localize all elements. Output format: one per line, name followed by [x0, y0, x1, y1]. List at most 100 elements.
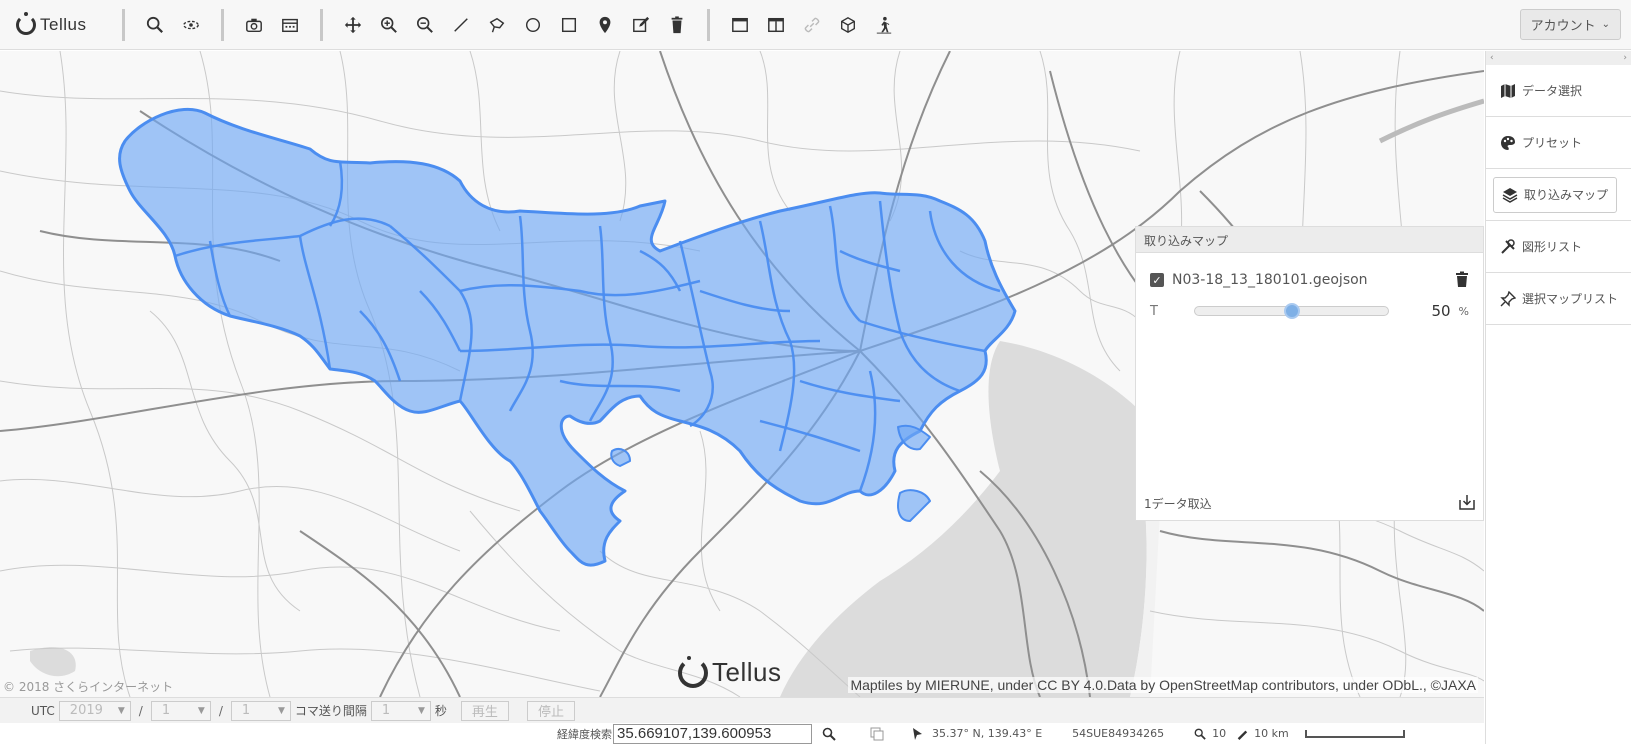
sidebar-item-data-select[interactable]: データ選択: [1486, 65, 1631, 117]
opacity-value: 50: [1431, 302, 1451, 320]
copy-icon: [870, 727, 884, 740]
layer-visibility-checkbox[interactable]: ✓: [1150, 273, 1164, 287]
seconds-label: 秒: [434, 704, 447, 718]
panel-footer: 1データ取込: [1136, 486, 1483, 520]
link-windows-button[interactable]: [794, 7, 830, 43]
scale-bar: [1304, 729, 1405, 738]
island-polygon[interactable]: [897, 424, 931, 451]
trash-icon: [1456, 271, 1468, 287]
layers-icon: [1502, 187, 1518, 203]
calendar-icon: [282, 18, 298, 32]
rectangle-icon: [561, 17, 577, 32]
tokyo-boundary-overlay[interactable]: [118, 107, 1017, 567]
zoom-in-button[interactable]: [371, 7, 407, 43]
day-value: 1: [241, 703, 251, 718]
draw-polygon-button[interactable]: [479, 7, 515, 43]
year-select[interactable]: 2019 ▼: [58, 700, 131, 721]
time-control-bar: UTC 2019 ▼ / 1 ▼ / 1 ▼ コマ送り間隔 1 ▼ 秒 再生 停止: [0, 697, 1484, 723]
zoom-out-button[interactable]: [407, 7, 443, 43]
calendar-button[interactable]: [272, 7, 308, 43]
draw-circle-button[interactable]: [515, 7, 551, 43]
account-button[interactable]: アカウント ⌄: [1519, 9, 1621, 40]
search-button[interactable]: [137, 7, 173, 43]
app-logo[interactable]: Tellus: [0, 11, 110, 35]
import-map-button[interactable]: 取り込みマップ: [1493, 176, 1617, 213]
interval-label: コマ送り間隔: [294, 704, 367, 718]
island-polygon[interactable]: [897, 489, 931, 522]
street-view-button[interactable]: [866, 7, 902, 43]
map-watermark-logo: Tellus: [678, 655, 781, 688]
pan-icon: [344, 16, 362, 33]
panel-title: 取り込みマップ: [1136, 227, 1483, 253]
zoom-out-icon: [416, 16, 433, 33]
split-window-icon: [768, 17, 784, 32]
arrow-right-icon[interactable]: ›: [1623, 51, 1627, 65]
toolbar-separator: [122, 8, 125, 41]
delete-shape-button[interactable]: [659, 7, 695, 43]
right-sidebar: ‹ › データ選択 プリセット 取り込みマップ 図形リスト 選択マップリスト: [1485, 51, 1631, 744]
pan-button[interactable]: [335, 7, 371, 43]
copy-coordinates-button[interactable]: [870, 727, 884, 741]
palette-icon: [1501, 135, 1515, 150]
opacity-slider-thumb[interactable]: [1283, 303, 1300, 319]
coordinate-search-input[interactable]: [613, 723, 812, 744]
ruler-icon: [1237, 730, 1248, 740]
draw-rectangle-button[interactable]: [551, 7, 587, 43]
coordinate-search-label: 経緯度検索: [557, 727, 612, 741]
month-select[interactable]: 1 ▼: [150, 700, 211, 721]
sidebar-item-shape-list[interactable]: 図形リスト: [1486, 221, 1631, 273]
draw-line-button[interactable]: [443, 7, 479, 43]
tellus-app: Tellus アカウント ⌄ 取り込みマップ ✓ N03-18_13_18010…: [0, 0, 1631, 744]
scale-label: 10 km: [1254, 727, 1289, 740]
draw-marker-button[interactable]: [587, 7, 623, 43]
import-map-panel: 取り込みマップ ✓ N03-18_13_180101.geojson T 50 …: [1135, 226, 1484, 521]
trash-icon: [671, 15, 683, 33]
sidebar-item-label: データ選択: [1522, 84, 1583, 98]
map-canvas[interactable]: 取り込みマップ ✓ N03-18_13_180101.geojson T 50 …: [0, 51, 1484, 697]
sidebar-item-label: 図形リスト: [1522, 240, 1583, 254]
play-button[interactable]: 再生: [460, 700, 509, 721]
circle-icon: [525, 17, 541, 32]
split-window-button[interactable]: [758, 7, 794, 43]
screenshot-button[interactable]: [236, 7, 272, 43]
cursor-icon: [910, 727, 924, 741]
chevron-down-icon: ▼: [197, 705, 205, 716]
window-icon: [732, 17, 748, 32]
toolbar-separator: [221, 8, 224, 41]
coordinate-search-button[interactable]: [822, 727, 836, 741]
sidebar-item-import-map[interactable]: 取り込みマップ: [1486, 169, 1631, 221]
status-bar: 経緯度検索 35.37° N, 139.43° E 54SUE84934265 …: [0, 723, 1484, 744]
delete-layer-button[interactable]: [1455, 271, 1469, 290]
app-name: Tellus: [40, 14, 87, 34]
opacity-unit: %: [1458, 304, 1469, 318]
sidebar-collapse-bar[interactable]: ‹ ›: [1486, 51, 1631, 65]
island-polygon[interactable]: [610, 448, 631, 467]
tools-icon: [1501, 238, 1515, 254]
opacity-row: T 50 %: [1136, 297, 1483, 325]
3d-view-button[interactable]: [830, 7, 866, 43]
import-icon: [1459, 494, 1475, 510]
arrow-left-icon[interactable]: ‹: [1490, 51, 1494, 65]
link-icon: [804, 17, 820, 32]
camera-icon: [246, 18, 262, 32]
interval-select[interactable]: 1 ▼: [370, 700, 431, 721]
import-button[interactable]: [1459, 494, 1475, 513]
map-attribution: Maptiles by MIERUNE, under CC BY 4.0.Dat…: [848, 677, 1478, 693]
orbit-button[interactable]: [173, 7, 209, 43]
edit-icon: [633, 16, 650, 32]
polygon-icon: [489, 17, 505, 32]
tokyo-polygon[interactable]: [118, 107, 1017, 567]
toolbar-separator: [707, 8, 710, 41]
sidebar-item-preset[interactable]: プリセット: [1486, 117, 1631, 169]
day-select[interactable]: 1 ▼: [230, 700, 291, 721]
tellus-logo-icon: [16, 11, 36, 35]
edit-shape-button[interactable]: [623, 7, 659, 43]
single-window-button[interactable]: [722, 7, 758, 43]
tellus-logo-icon: [678, 655, 708, 688]
opacity-slider[interactable]: [1193, 303, 1390, 319]
search-icon: [146, 16, 163, 33]
interval-value: 1: [381, 703, 391, 718]
stop-button[interactable]: 停止: [526, 700, 575, 721]
year-value: 2019: [69, 703, 103, 718]
sidebar-item-selected-map-list[interactable]: 選択マップリスト: [1486, 273, 1631, 325]
